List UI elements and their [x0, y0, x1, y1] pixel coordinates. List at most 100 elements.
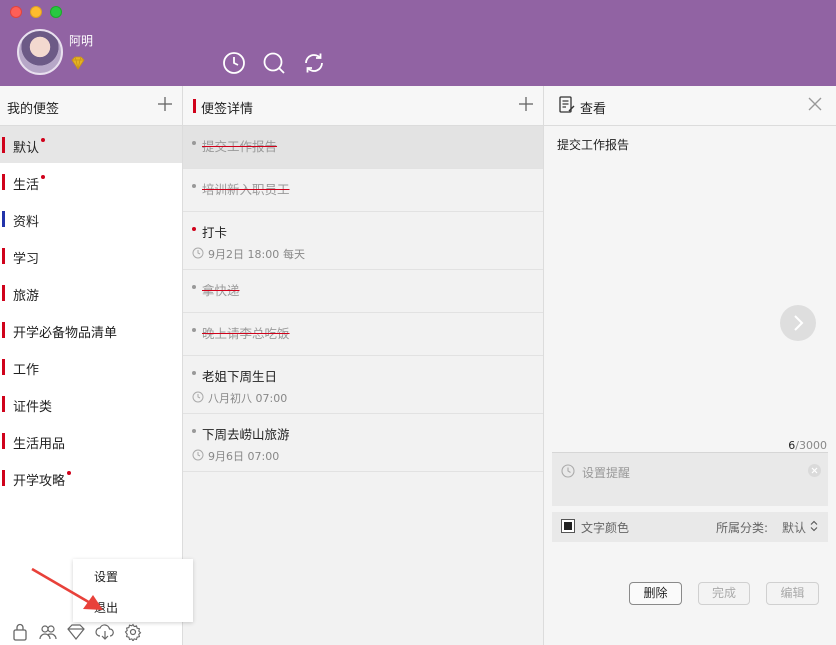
- lock-icon[interactable]: [10, 623, 30, 641]
- note-title: 晚上请李总吃饭: [202, 326, 290, 341]
- edit-button[interactable]: 编辑: [766, 582, 819, 605]
- category-color-bar: [2, 285, 5, 301]
- char-counter: 6/3000: [788, 439, 827, 452]
- note-title: 下周去崂山旅游: [202, 427, 290, 442]
- unread-dot: [41, 175, 45, 179]
- clear-reminder-button[interactable]: [808, 464, 821, 477]
- category-color-bar: [2, 396, 5, 412]
- category-item[interactable]: 旅游: [0, 274, 182, 311]
- note-bullet: [192, 371, 196, 375]
- next-note-button[interactable]: [780, 305, 816, 341]
- note-time: 八月初八 07:00: [208, 392, 288, 405]
- gem-icon[interactable]: [66, 623, 86, 641]
- note-bullet: [192, 227, 196, 231]
- note-title: 拿快递: [202, 283, 240, 298]
- zoom-window-button[interactable]: [50, 6, 62, 18]
- category-label: 默认: [13, 141, 40, 156]
- category-color-bar: [2, 248, 5, 264]
- category-label: 所属分类:: [716, 521, 769, 535]
- note-title: 培训新入职员工: [202, 182, 290, 197]
- gear-icon[interactable]: [123, 623, 143, 641]
- category-item[interactable]: 工作: [0, 348, 182, 385]
- text-color-label[interactable]: 文字颜色: [581, 519, 629, 536]
- category-color-bar: [2, 211, 5, 227]
- clock-icon: [561, 464, 575, 478]
- avatar[interactable]: [17, 29, 63, 75]
- note-bullet: [192, 429, 196, 433]
- note-time: 9月2日 18:00: [208, 248, 280, 261]
- category-item[interactable]: 开学攻略: [0, 459, 182, 496]
- note-item[interactable]: 下周去崂山旅游 9月6日 07:00: [183, 414, 543, 472]
- category-item[interactable]: 默认: [0, 126, 182, 163]
- category-color-bar: [2, 137, 5, 153]
- friends-icon[interactable]: [38, 623, 58, 641]
- clock-icon: [192, 247, 204, 259]
- unread-dot: [41, 138, 45, 142]
- category-label: 工作: [13, 363, 40, 378]
- close-icon: [811, 467, 818, 474]
- category-label: 开学攻略: [13, 474, 66, 489]
- category-color-bar: [2, 433, 5, 449]
- note-bullet: [192, 328, 196, 332]
- clock-icon: [192, 449, 204, 461]
- category-label: 生活: [13, 178, 40, 193]
- notes-panel: 便签详情 提交工作报告 培训新入职员工 打卡 9月2日 18:00 每天拿快递晚上请李总…: [183, 86, 544, 645]
- category-label: 生活用品: [13, 437, 66, 452]
- close-window-button[interactable]: [10, 6, 22, 18]
- note-item[interactable]: 打卡 9月2日 18:00 每天: [183, 212, 543, 270]
- notes-header: 便签详情: [183, 86, 543, 126]
- note-title: 提交工作报告: [202, 139, 278, 154]
- note-time: 9月6日 07:00: [208, 450, 280, 463]
- reminder-field[interactable]: 设置提醒: [552, 452, 828, 506]
- add-category-button[interactable]: [157, 96, 173, 112]
- category-color-bar: [2, 174, 5, 190]
- delete-button[interactable]: 删除: [629, 582, 682, 605]
- category-item[interactable]: 资料: [0, 200, 182, 237]
- vip-gem-icon: [71, 56, 85, 70]
- category-item[interactable]: 开学必备物品清单: [0, 311, 182, 348]
- note-repeat: 每天: [283, 248, 305, 261]
- category-label: 开学必备物品清单: [13, 326, 118, 341]
- chevron-right-icon: [794, 315, 804, 331]
- note-bullet: [192, 141, 196, 145]
- category-item[interactable]: 学习: [0, 237, 182, 274]
- note-item[interactable]: 晚上请李总吃饭: [183, 313, 543, 356]
- notes-title: 便签详情: [201, 102, 254, 117]
- detail-title: 查看: [580, 102, 607, 117]
- clock-icon[interactable]: [222, 51, 246, 75]
- close-icon[interactable]: [808, 97, 822, 111]
- category-item[interactable]: 证件类: [0, 385, 182, 422]
- note-view-icon: [559, 96, 575, 113]
- category-label: 证件类: [13, 400, 53, 415]
- done-button[interactable]: 完成: [698, 582, 750, 605]
- category-color-bar: [2, 322, 5, 338]
- note-item[interactable]: 培训新入职员工: [183, 169, 543, 212]
- clock-icon: [192, 391, 204, 403]
- note-title: 打卡: [202, 225, 228, 240]
- category-label: 资料: [13, 215, 40, 230]
- category-item[interactable]: 生活: [0, 163, 182, 200]
- note-title: 老姐下周生日: [202, 369, 278, 384]
- text-color-swatch[interactable]: [561, 519, 575, 533]
- minimize-window-button[interactable]: [30, 6, 42, 18]
- note-content[interactable]: 提交工作报告: [557, 136, 629, 153]
- categories-title: 我的便签: [7, 102, 60, 117]
- category-item[interactable]: 生活用品: [0, 422, 182, 459]
- sync-icon[interactable]: [302, 51, 326, 75]
- detail-panel: 查看 提交工作报告 6/3000 设置提醒 文字颜色 所属分类: 默认 删除 完…: [544, 86, 836, 645]
- annotation-arrow-icon: [31, 567, 103, 610]
- category-select[interactable]: 默认: [782, 519, 806, 536]
- search-icon[interactable]: [262, 51, 286, 75]
- app-header: 阿明: [0, 0, 836, 86]
- chevron-updown-icon[interactable]: [810, 520, 818, 532]
- note-item[interactable]: 拿快递: [183, 270, 543, 313]
- reminder-placeholder: 设置提醒: [582, 466, 631, 480]
- note-item[interactable]: 提交工作报告: [183, 126, 543, 169]
- category-color-bar: [2, 359, 5, 375]
- category-label: 旅游: [13, 289, 40, 304]
- detail-header: 查看: [544, 86, 836, 126]
- note-item[interactable]: 老姐下周生日八月初八 07:00: [183, 356, 543, 414]
- add-note-button[interactable]: [518, 96, 534, 112]
- cloud-download-icon[interactable]: [95, 623, 115, 641]
- char-limit: /3000: [795, 439, 827, 452]
